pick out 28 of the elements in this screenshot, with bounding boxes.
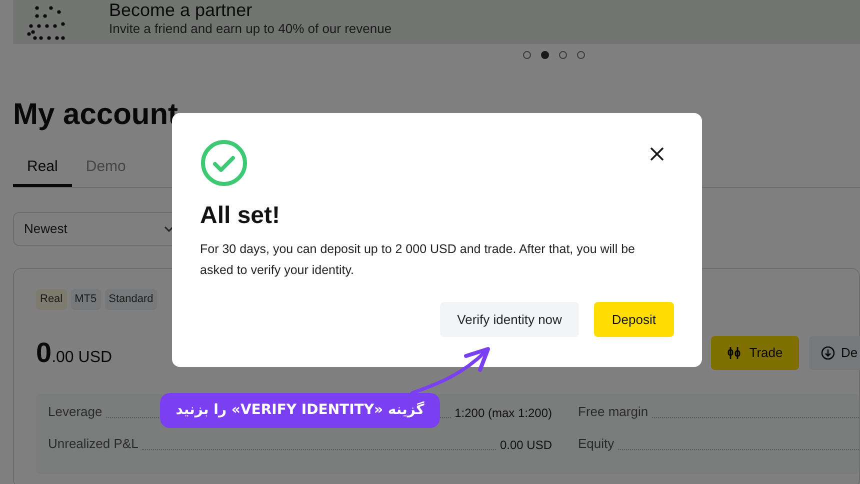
chevron-down-icon [164,226,174,232]
close-icon[interactable] [650,147,664,161]
annotation-callout: گزینه «VERIFY IDENTITY» را بزنید [160,393,440,428]
check-circle-icon [200,139,248,187]
candlestick-icon [727,346,742,360]
banner-title: Become a partner [109,1,254,20]
stat-label: Leverage [48,403,102,421]
account-tag: Standard [104,289,158,310]
account-balance: 0.00 USD [36,336,112,370]
dialog-message: For 30 days, you can deposit up to 2 000 USD and trade. After that, you will be asked to verify your identity. [200,241,636,279]
trade-button[interactable]: Trade [711,336,799,370]
account-tag: MT5 [70,289,101,310]
deposit-button[interactable]: De [809,336,860,370]
account-tag: Real [36,289,67,310]
download-circle-icon [821,346,835,360]
stat-label: Equity [578,435,614,453]
banner-subtitle: Invite a friend and earn up to 40% of our revenue [109,20,392,38]
stat-value: 0.00 USD [500,436,552,454]
partner-banner[interactable]: Become a partner Invite a friend and earn up to 40% of our revenue [13,0,860,44]
account-tab[interactable]: Real [13,151,72,187]
stat-value: 1:200 (max 1:200) [454,404,552,422]
stat-label: Free margin [578,403,648,421]
verify-identity-button[interactable]: Verify identity now [440,302,579,337]
deposit-button[interactable]: Deposit [594,302,674,337]
account-tab[interactable]: Demo [72,151,140,187]
stat-label: Unrealized P&L [48,435,138,453]
page-heading: My account [13,97,180,133]
dialog-title: All set! [200,201,282,231]
